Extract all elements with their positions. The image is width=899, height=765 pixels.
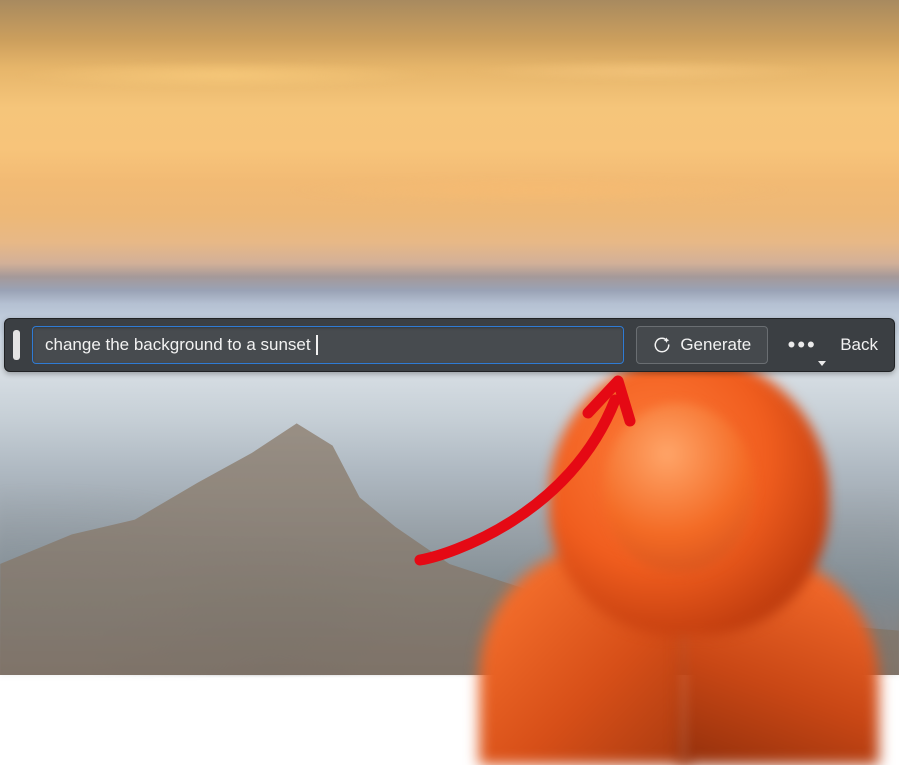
chevron-down-icon bbox=[818, 361, 826, 366]
sky-cloud bbox=[0, 170, 899, 210]
back-button-label: Back bbox=[840, 335, 878, 354]
person-orange-hoodie bbox=[489, 345, 869, 725]
sparkle-refresh-icon bbox=[653, 336, 671, 354]
drag-handle-icon[interactable] bbox=[13, 330, 20, 360]
generate-button-label: Generate bbox=[680, 335, 751, 355]
ellipsis-icon: ••• bbox=[788, 332, 817, 358]
generate-button[interactable]: Generate bbox=[636, 326, 768, 364]
generative-fill-toolbar: Generate ••• Back bbox=[4, 318, 895, 372]
prompt-input[interactable] bbox=[32, 326, 624, 364]
sky-cloud bbox=[0, 55, 899, 95]
back-button[interactable]: Back bbox=[836, 335, 882, 355]
more-options-button[interactable]: ••• bbox=[780, 326, 824, 364]
prompt-field-wrapper bbox=[32, 326, 624, 364]
